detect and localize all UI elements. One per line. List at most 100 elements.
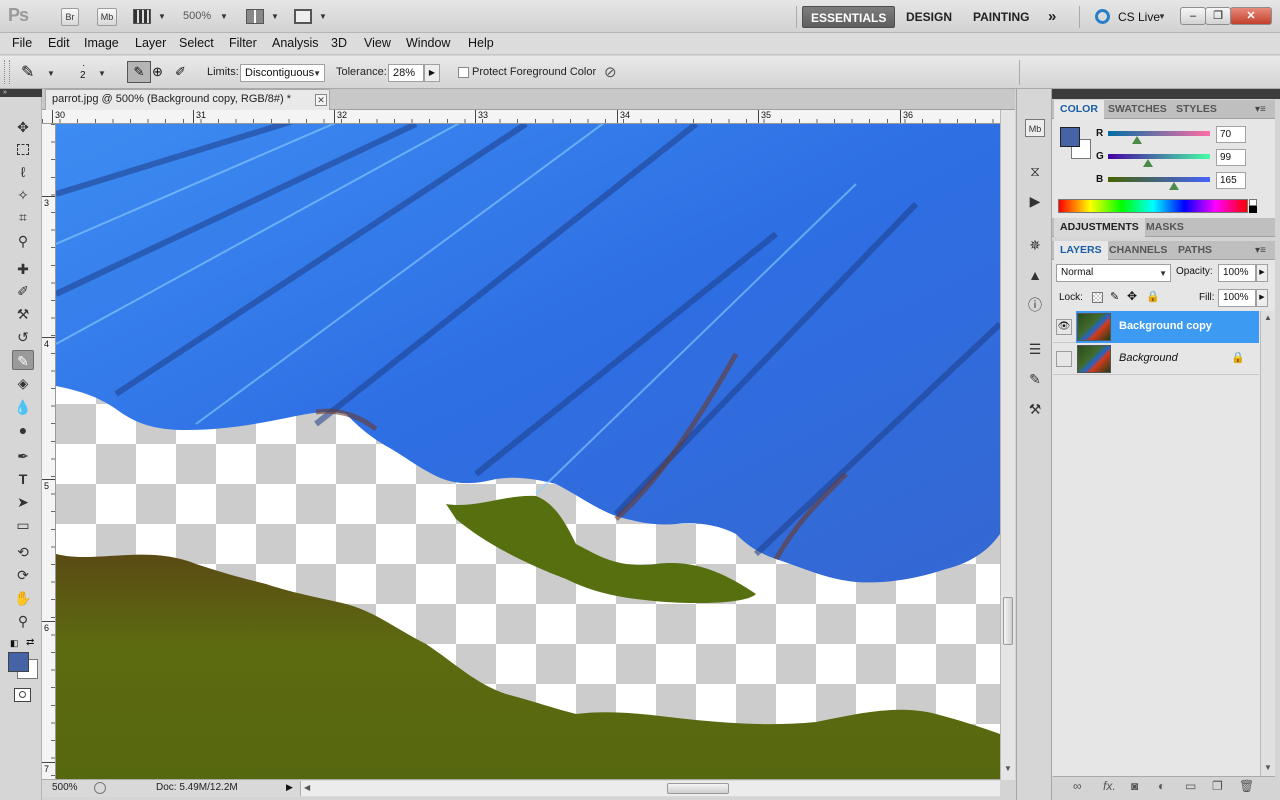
green-slider[interactable] [1108, 154, 1210, 159]
limits-select[interactable]: Discontiguous ▼ [240, 64, 325, 82]
quick-selection-tool-icon[interactable]: ✧ [12, 185, 34, 205]
panel-menu-icon[interactable]: ▾≡ [1255, 104, 1266, 115]
eyedropper-tool-icon[interactable]: ⚲ [12, 231, 34, 251]
sampling-once-icon[interactable]: ⊕ [152, 64, 163, 80]
menu-view[interactable]: View [364, 36, 391, 50]
lasso-tool-icon[interactable]: ℓ [12, 162, 34, 182]
move-tool-icon[interactable]: ✥ [12, 117, 34, 137]
path-selection-tool-icon[interactable]: ➤ [12, 492, 34, 512]
spectrum-white[interactable] [1249, 199, 1257, 206]
menu-select[interactable]: Select [179, 36, 214, 50]
paint-bucket-tool-icon[interactable]: ◈ [12, 373, 34, 393]
fill-input[interactable]: 100% [1218, 289, 1256, 307]
navigator-panel-icon[interactable]: ✵ [1025, 236, 1045, 254]
layer-row-background[interactable]: Background 🔒 [1053, 343, 1259, 375]
info-panel-icon[interactable]: ⓘ [1025, 296, 1045, 314]
new-group-icon[interactable]: ▭ [1185, 779, 1196, 793]
history-panel-icon[interactable]: ⧖ [1025, 162, 1045, 180]
rectangle-tool-icon[interactable]: ▭ [12, 515, 34, 535]
tablet-pressure-icon[interactable]: ⊘ [604, 63, 617, 81]
options-grip[interactable] [4, 60, 10, 84]
menu-image[interactable]: Image [84, 36, 119, 50]
layer-name[interactable]: Background [1119, 352, 1178, 364]
hand-tool-icon[interactable]: ✋ [12, 588, 34, 608]
color-spectrum-ramp[interactable] [1058, 199, 1248, 213]
layer-style-icon[interactable]: fx. [1103, 779, 1116, 793]
background-eraser-tool-icon[interactable]: ✎ [21, 62, 34, 82]
red-value[interactable]: 70 [1216, 126, 1246, 143]
tab-layers[interactable]: LAYERS [1054, 241, 1108, 260]
marquee-tool-icon[interactable] [12, 140, 34, 160]
blue-slider-thumb[interactable] [1169, 182, 1179, 190]
menu-window[interactable]: Window [406, 36, 450, 50]
tools-panel-header[interactable]: » [0, 89, 42, 97]
histogram-panel-icon[interactable]: ▲ [1025, 266, 1045, 284]
blue-slider[interactable] [1108, 177, 1210, 182]
zoom-tool-icon[interactable]: ⚲ [12, 611, 34, 631]
tolerance-slider-button[interactable]: ▶ [424, 64, 440, 82]
menu-layer[interactable]: Layer [135, 36, 166, 50]
layers-scrollbar[interactable]: ▲ ▼ [1260, 311, 1275, 776]
menu-help[interactable]: Help [468, 36, 494, 50]
mini-bridge-button[interactable]: Mb [97, 8, 117, 26]
protect-foreground-label[interactable]: Protect Foreground Color [472, 66, 596, 78]
chevron-down-icon[interactable]: ▼ [47, 69, 55, 78]
opacity-slider-button[interactable]: ▶ [1256, 264, 1268, 282]
vertical-ruler[interactable]: 3 4 5 6 7 [42, 124, 56, 779]
workspace-painting[interactable]: PAINTING [965, 6, 1037, 28]
close-document-icon[interactable]: ✕ [315, 94, 327, 106]
tab-masks[interactable]: MASKS [1140, 218, 1190, 237]
horizontal-scroll-thumb[interactable] [667, 783, 729, 794]
chevron-down-icon[interactable]: ▼ [319, 12, 327, 21]
brush-presets-panel-icon[interactable]: ☰ [1025, 340, 1045, 358]
vertical-scrollbar[interactable]: ▼ [1000, 110, 1015, 780]
foreground-color-swatch[interactable] [8, 652, 29, 672]
sampling-background-swatch-icon[interactable]: ✐ [175, 64, 186, 80]
status-info-icon[interactable] [94, 782, 106, 794]
mini-bridge-panel-icon[interactable]: Mb [1025, 119, 1045, 137]
horizontal-ruler[interactable]: 30 31 32 33 34 35 36 [42, 110, 1000, 124]
layer-mask-icon[interactable]: ◙ [1131, 779, 1138, 793]
foreground-color-swatch[interactable] [1060, 127, 1080, 147]
quick-mask-icon[interactable] [14, 688, 31, 702]
chevron-down-icon[interactable]: ▼ [271, 12, 279, 21]
chevron-down-icon[interactable]: ▼ [220, 12, 228, 21]
scroll-down-icon[interactable]: ▼ [1264, 763, 1272, 772]
status-zoom[interactable]: 500% [52, 782, 78, 793]
spectrum-black[interactable] [1249, 206, 1257, 213]
type-tool-icon[interactable]: T [12, 469, 34, 489]
menu-analysis[interactable]: Analysis [272, 36, 319, 50]
menu-filter[interactable]: Filter [229, 36, 257, 50]
scroll-up-icon[interactable]: ▲ [1264, 313, 1272, 322]
opacity-input[interactable]: 100% [1218, 264, 1256, 282]
close-button[interactable]: ✕ [1230, 7, 1272, 25]
restore-button[interactable]: ❐ [1205, 7, 1231, 25]
delete-layer-icon[interactable]: 🗑 [1239, 779, 1254, 793]
sampling-continuous-icon[interactable]: ✎ [127, 61, 151, 83]
document-canvas[interactable] [56, 124, 1000, 779]
brush-panel-icon[interactable]: ✎ [1025, 370, 1045, 388]
lock-image-icon[interactable]: ✎ [1110, 290, 1119, 303]
chevron-down-icon[interactable]: ▼ [98, 69, 106, 78]
layer-row-background-copy[interactable]: 👁 Background copy [1053, 311, 1259, 343]
fill-slider-button[interactable]: ▶ [1256, 289, 1268, 307]
adjustment-layer-icon[interactable]: ◐ [1158, 779, 1165, 793]
arrange-documents-icon[interactable] [246, 9, 264, 24]
clone-stamp-tool-icon[interactable]: ⚒ [12, 304, 34, 324]
horizontal-scrollbar[interactable]: ◀ [300, 781, 1000, 796]
layer-name[interactable]: Background copy [1119, 320, 1212, 332]
red-slider[interactable] [1108, 131, 1210, 136]
scroll-down-icon[interactable]: ▼ [1004, 764, 1012, 773]
red-slider-thumb[interactable] [1132, 136, 1142, 144]
zoom-level[interactable]: 500% [183, 10, 211, 22]
more-workspaces-button[interactable]: » [1040, 6, 1064, 28]
document-tab[interactable]: parrot.jpg @ 500% (Background copy, RGB/… [45, 89, 330, 110]
bridge-button[interactable]: Br [61, 8, 79, 26]
minimize-button[interactable]: – [1180, 7, 1206, 25]
lock-transparent-icon[interactable] [1092, 292, 1103, 303]
healing-brush-tool-icon[interactable]: ✚ [12, 259, 34, 279]
tab-swatches[interactable]: SWATCHES [1102, 100, 1173, 119]
menu-3d[interactable]: 3D [331, 36, 347, 50]
menu-edit[interactable]: Edit [48, 36, 70, 50]
blur-tool-icon[interactable]: 💧 [12, 397, 34, 417]
